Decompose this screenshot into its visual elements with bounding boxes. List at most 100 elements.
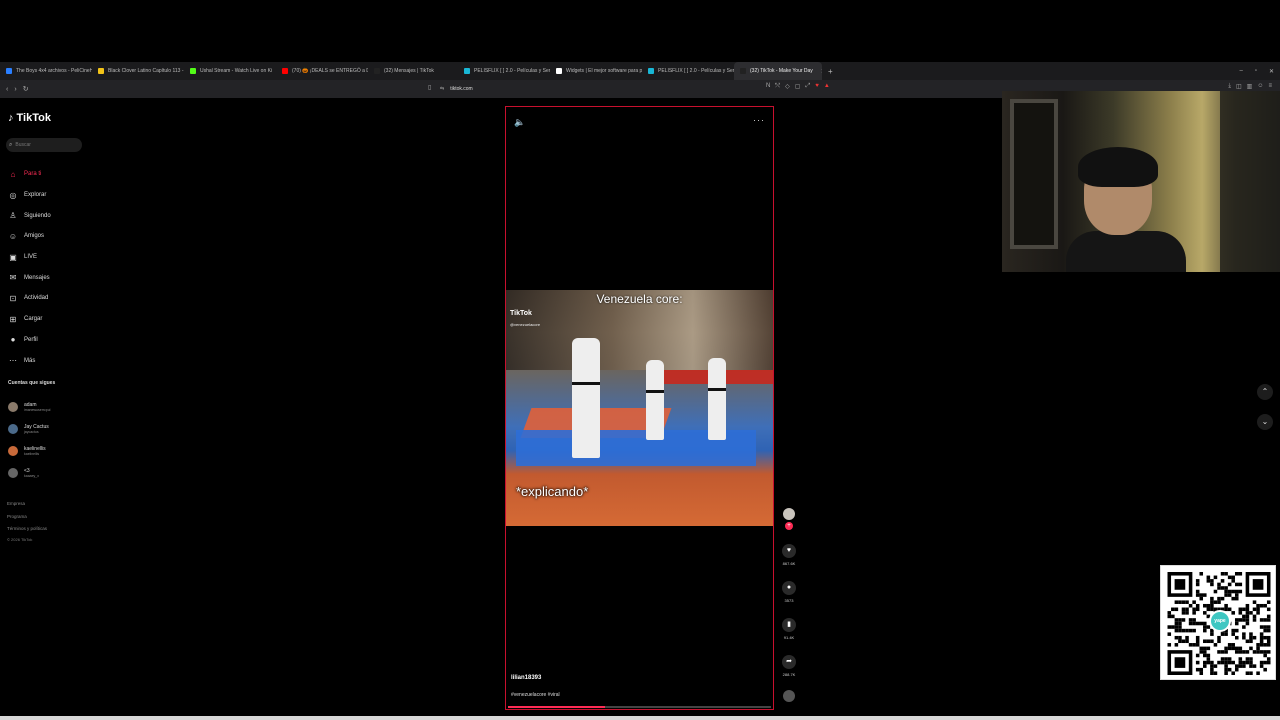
sidebar-item[interactable]: ◎ Explorar (8, 185, 51, 206)
menu-icon[interactable]: ≡ (1268, 83, 1272, 90)
maximize-button[interactable]: ▫ (1255, 68, 1257, 74)
footer-link[interactable]: Empresa (7, 498, 47, 511)
following-account[interactable]: kaelinellis kaelinellis (8, 440, 50, 462)
qr-module (1217, 650, 1221, 654)
more-options-icon[interactable]: ··· (753, 115, 765, 125)
qr-module (1263, 603, 1267, 608)
account-handle: imanewuserrcpul (24, 407, 51, 412)
download-icon[interactable]: ⤓ (1228, 83, 1231, 90)
comment-icon[interactable]: ● (782, 581, 796, 595)
profile-icon[interactable]: ☺ (1257, 83, 1263, 90)
sidebar-item[interactable]: ☺ Amigos (8, 226, 51, 247)
qr-module (1206, 607, 1211, 612)
extension-icon[interactable]: N (766, 83, 770, 90)
share-action[interactable]: ➦ 288.7K (778, 655, 800, 677)
sidebar-item[interactable]: ● Perfil (8, 330, 51, 351)
qr-module (1210, 579, 1214, 583)
sidebar-item[interactable]: ⋯ Más (8, 350, 51, 371)
browser-tab[interactable]: Widgets | El mejor software para po (550, 62, 642, 80)
following-account[interactable]: Jay Cactus jaycactus (8, 418, 50, 440)
qr-module (1256, 607, 1260, 612)
previous-video-button[interactable]: ⌃ (1257, 384, 1273, 400)
minimize-button[interactable]: – (1239, 68, 1242, 74)
extension-icon[interactable]: ▢ (795, 83, 801, 90)
sidebar-item[interactable]: ⊞ Cargar (8, 309, 51, 330)
qr-module (1249, 646, 1253, 651)
following-account[interactable]: <3 kaaaey_x (8, 462, 50, 484)
qr-module (1181, 607, 1186, 612)
back-icon[interactable]: ‹ (6, 86, 8, 93)
video-author[interactable]: lilian18393 (511, 675, 541, 681)
close-window-button[interactable]: ✕ (1269, 68, 1274, 75)
extension-icon[interactable]: ⤢ (805, 83, 810, 90)
extension-icon[interactable]: ♥ (815, 83, 819, 90)
video-hashtags[interactable]: #venezuelacore #viral (511, 692, 560, 698)
sidebar-item[interactable]: ♙ Siguiendo (8, 205, 50, 226)
browser-tab[interactable]: Black Clover Latino Capítulo 113 - V (92, 62, 184, 80)
browser-tab[interactable]: PELISFLIX [ ] 2.0 - Películas y Ser (642, 62, 734, 80)
qr-module (1227, 582, 1232, 587)
author-avatar[interactable] (783, 508, 795, 520)
toolbar-icons: ⤓ ◫ ▥ ☺ ≡ (1228, 83, 1272, 90)
qr-module (1242, 660, 1246, 665)
heart-icon[interactable]: ♥ (782, 544, 796, 558)
qr-module (1203, 660, 1207, 665)
like-action[interactable]: ♥ 867.6K (778, 544, 800, 566)
browser-tab[interactable]: (32) Mensajes | TikTok (368, 62, 458, 80)
qr-module (1188, 621, 1193, 626)
save-action[interactable]: ▮ 91.4K (778, 618, 800, 640)
browser-tab[interactable]: PELISFLIX [ ] 2.0 - Películas y Ser (458, 62, 550, 80)
bookmark-icon[interactable]: ▮ (782, 618, 796, 632)
sidebar-item[interactable]: ⊡ Actividad (8, 288, 51, 309)
tab-label: Ushal Stream - Watch Live on Ki (200, 68, 273, 74)
video-progress-bar[interactable] (508, 706, 771, 708)
sidebar-item[interactable]: ⌂ Para ti (8, 164, 51, 185)
extensions-icon[interactable]: ◫ (1236, 83, 1242, 90)
extension-icon[interactable]: ◇ (785, 83, 790, 90)
sidebar-item-label: Amigos (24, 233, 45, 240)
qr-module (1206, 653, 1211, 658)
footer-link[interactable]: Programa (7, 511, 47, 524)
video-player[interactable]: 🔈 ··· Venezuela core: TikTok @venezuelac… (505, 106, 774, 710)
sidebar-item[interactable]: ✉ Mensajes (8, 267, 51, 288)
qr-module (1192, 618, 1196, 622)
bookmark-icon[interactable]: ▯ (428, 84, 431, 91)
qr-module (1266, 614, 1271, 619)
sidebar-item[interactable]: ▣ LIVE (8, 247, 51, 268)
volume-icon[interactable]: 🔈 (514, 117, 525, 128)
search-input[interactable]: ⌕ Buscar (6, 138, 82, 152)
sidebar-icon[interactable]: ▥ (1247, 83, 1253, 90)
qr-module (1171, 614, 1175, 619)
following-account[interactable]: adam imanewuserrcpul (8, 396, 50, 418)
browser-tab[interactable]: (70) 🎃 ¡DEALS se ENTREGÓ a DIO! (276, 62, 368, 80)
extension-icon[interactable]: ⤲ (775, 83, 780, 90)
comment-count: 3573 (784, 598, 794, 603)
webcam-overlay (1002, 91, 1280, 272)
qr-module (1238, 646, 1243, 651)
qr-module (1266, 635, 1271, 640)
browser-tab[interactable]: Ushal Stream - Watch Live on Ki (184, 62, 276, 80)
share-icon[interactable]: ➦ (782, 655, 796, 669)
new-tab-button[interactable]: + (822, 67, 839, 76)
tab-favicon-icon (740, 68, 746, 74)
browser-tab[interactable]: (32) TikTok - Make Your Day✕ (734, 62, 822, 80)
video-frame[interactable]: Venezuela core: TikTok @venezuelacore *e… (506, 290, 773, 526)
profile-icon: ● (10, 335, 16, 345)
next-video-button[interactable]: ⌄ (1257, 414, 1273, 430)
account-text: adam imanewuserrcpul (24, 402, 50, 413)
site-info-icon[interactable]: ⇆ (440, 86, 444, 92)
reload-icon[interactable]: ↻ (23, 85, 29, 93)
qr-module (1210, 582, 1214, 587)
comment-action[interactable]: ● 3573 (778, 581, 800, 603)
footer-link[interactable]: Términos y políticas (7, 523, 47, 536)
tiktok-logo[interactable]: ♪ TikTok (8, 112, 51, 124)
music-disc-icon[interactable] (783, 690, 795, 702)
forward-icon[interactable]: › (14, 86, 16, 93)
qr-module (1210, 632, 1214, 636)
qr-module (1178, 628, 1182, 633)
qr-module (1192, 600, 1196, 604)
browser-tab[interactable]: The Boys 4x4 archivos - PeliCineHD (0, 62, 92, 80)
follow-plus-icon[interactable]: + (785, 522, 793, 530)
tab-label: (32) Mensajes | TikTok (384, 68, 434, 74)
extension-icon[interactable]: ▲ (824, 83, 830, 90)
